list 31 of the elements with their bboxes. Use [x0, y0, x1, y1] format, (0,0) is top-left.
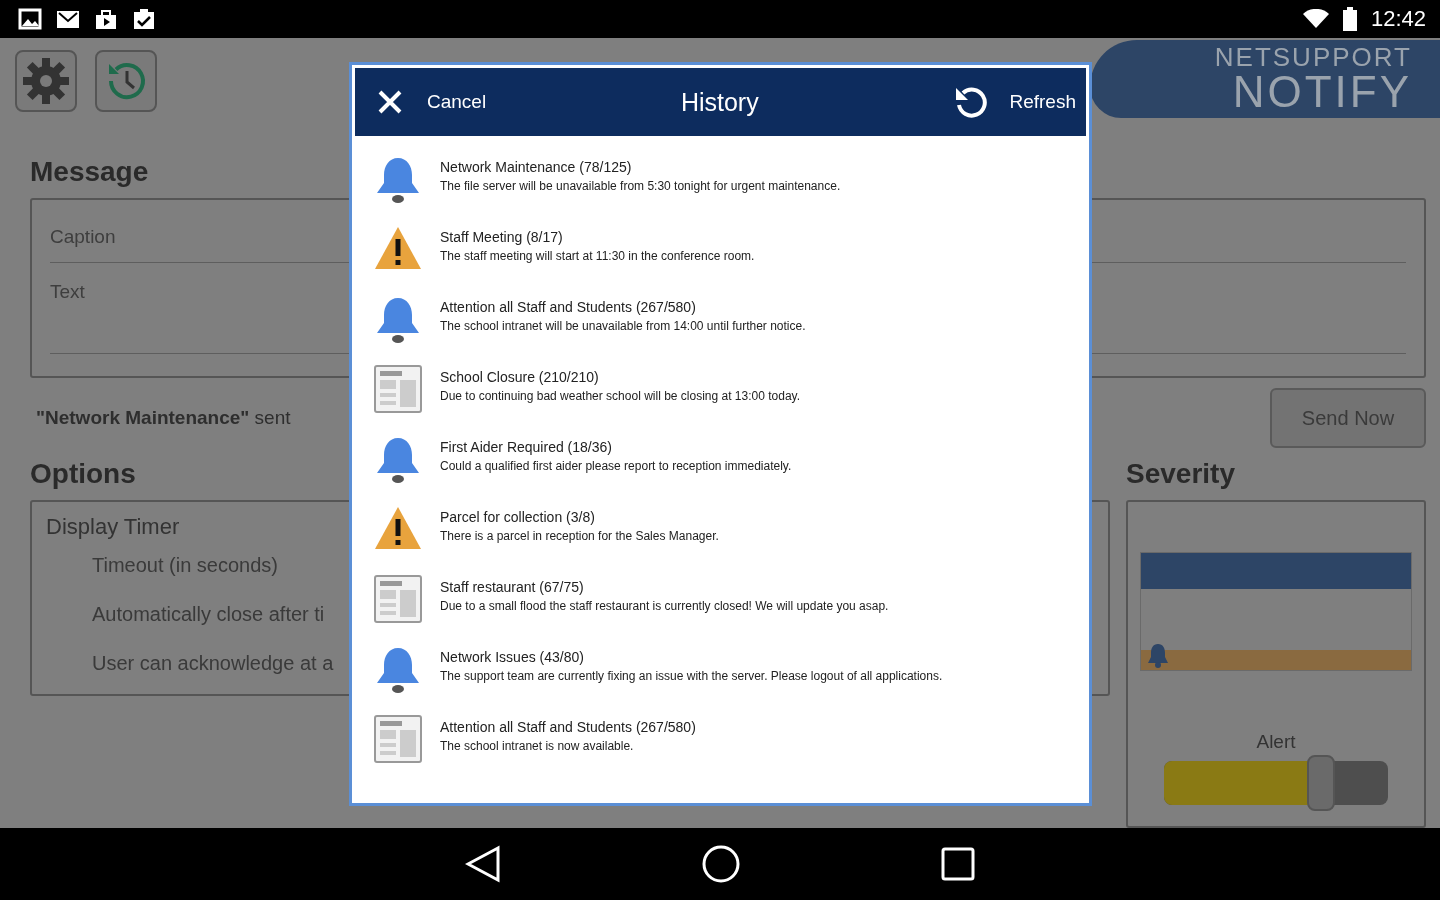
item-text: The file server will be unavailable from 5:30 tonight for urgent maintenance. — [440, 178, 842, 195]
severity-label: Alert — [1255, 731, 1297, 754]
sent-status: "Network Maintenance" sent — [36, 407, 291, 429]
option-label: User can acknowledge at a — [92, 652, 334, 675]
item-title: Staff restaurant (67/75) — [440, 578, 585, 597]
logo-text: NOTIFY — [1232, 70, 1412, 114]
clock-time: 12:42 — [1370, 6, 1426, 32]
item-text: Due to continuing bad weather school will be closing at 13:00 today. — [440, 388, 801, 405]
item-title: Staff Meeting (8/17) — [440, 228, 564, 247]
item-title: Network Maintenance (78/125) — [440, 158, 633, 177]
group-label: Display Timer — [46, 514, 180, 540]
item-title: Attention all Staff and Students (267/580) — [440, 718, 697, 737]
item-title: Parcel for collection (3/8) — [440, 508, 596, 527]
section-heading: Severity — [1126, 458, 1235, 490]
section-heading: Options — [30, 458, 136, 490]
item-text: Could a qualified first aider please report to reception immediately. — [440, 458, 793, 475]
section-heading: Message — [30, 156, 149, 188]
item-text: The staff meeting will start at 11:30 in the conference room. — [440, 248, 756, 265]
item-text: The school intranet is now available. — [440, 738, 635, 755]
logo-text: NETSUPPORT — [1214, 44, 1412, 70]
item-text: The school intranet will be unavailable from 14:00 until further notice. — [440, 318, 807, 335]
option-label: Timeout (in seconds) — [92, 554, 278, 577]
item-title: Network Issues (43/80) — [440, 648, 585, 667]
item-title: School Closure (210/210) — [440, 368, 600, 387]
item-text: There is a parcel in reception for the Sales Manager. — [440, 528, 720, 545]
item-text: Due to a small flood the staff restaurant is currently closed! We will update you asap. — [440, 598, 890, 615]
item-text: The support team are currently fixing an issue with the server. Please logout of all applications. — [440, 668, 944, 685]
item-title: First Aider Required (18/36) — [440, 438, 613, 457]
item-title: Attention all Staff and Students (267/580) — [440, 298, 697, 317]
option-label: Automatically close after ti — [92, 603, 325, 626]
dialog-title: History — [679, 87, 760, 117]
